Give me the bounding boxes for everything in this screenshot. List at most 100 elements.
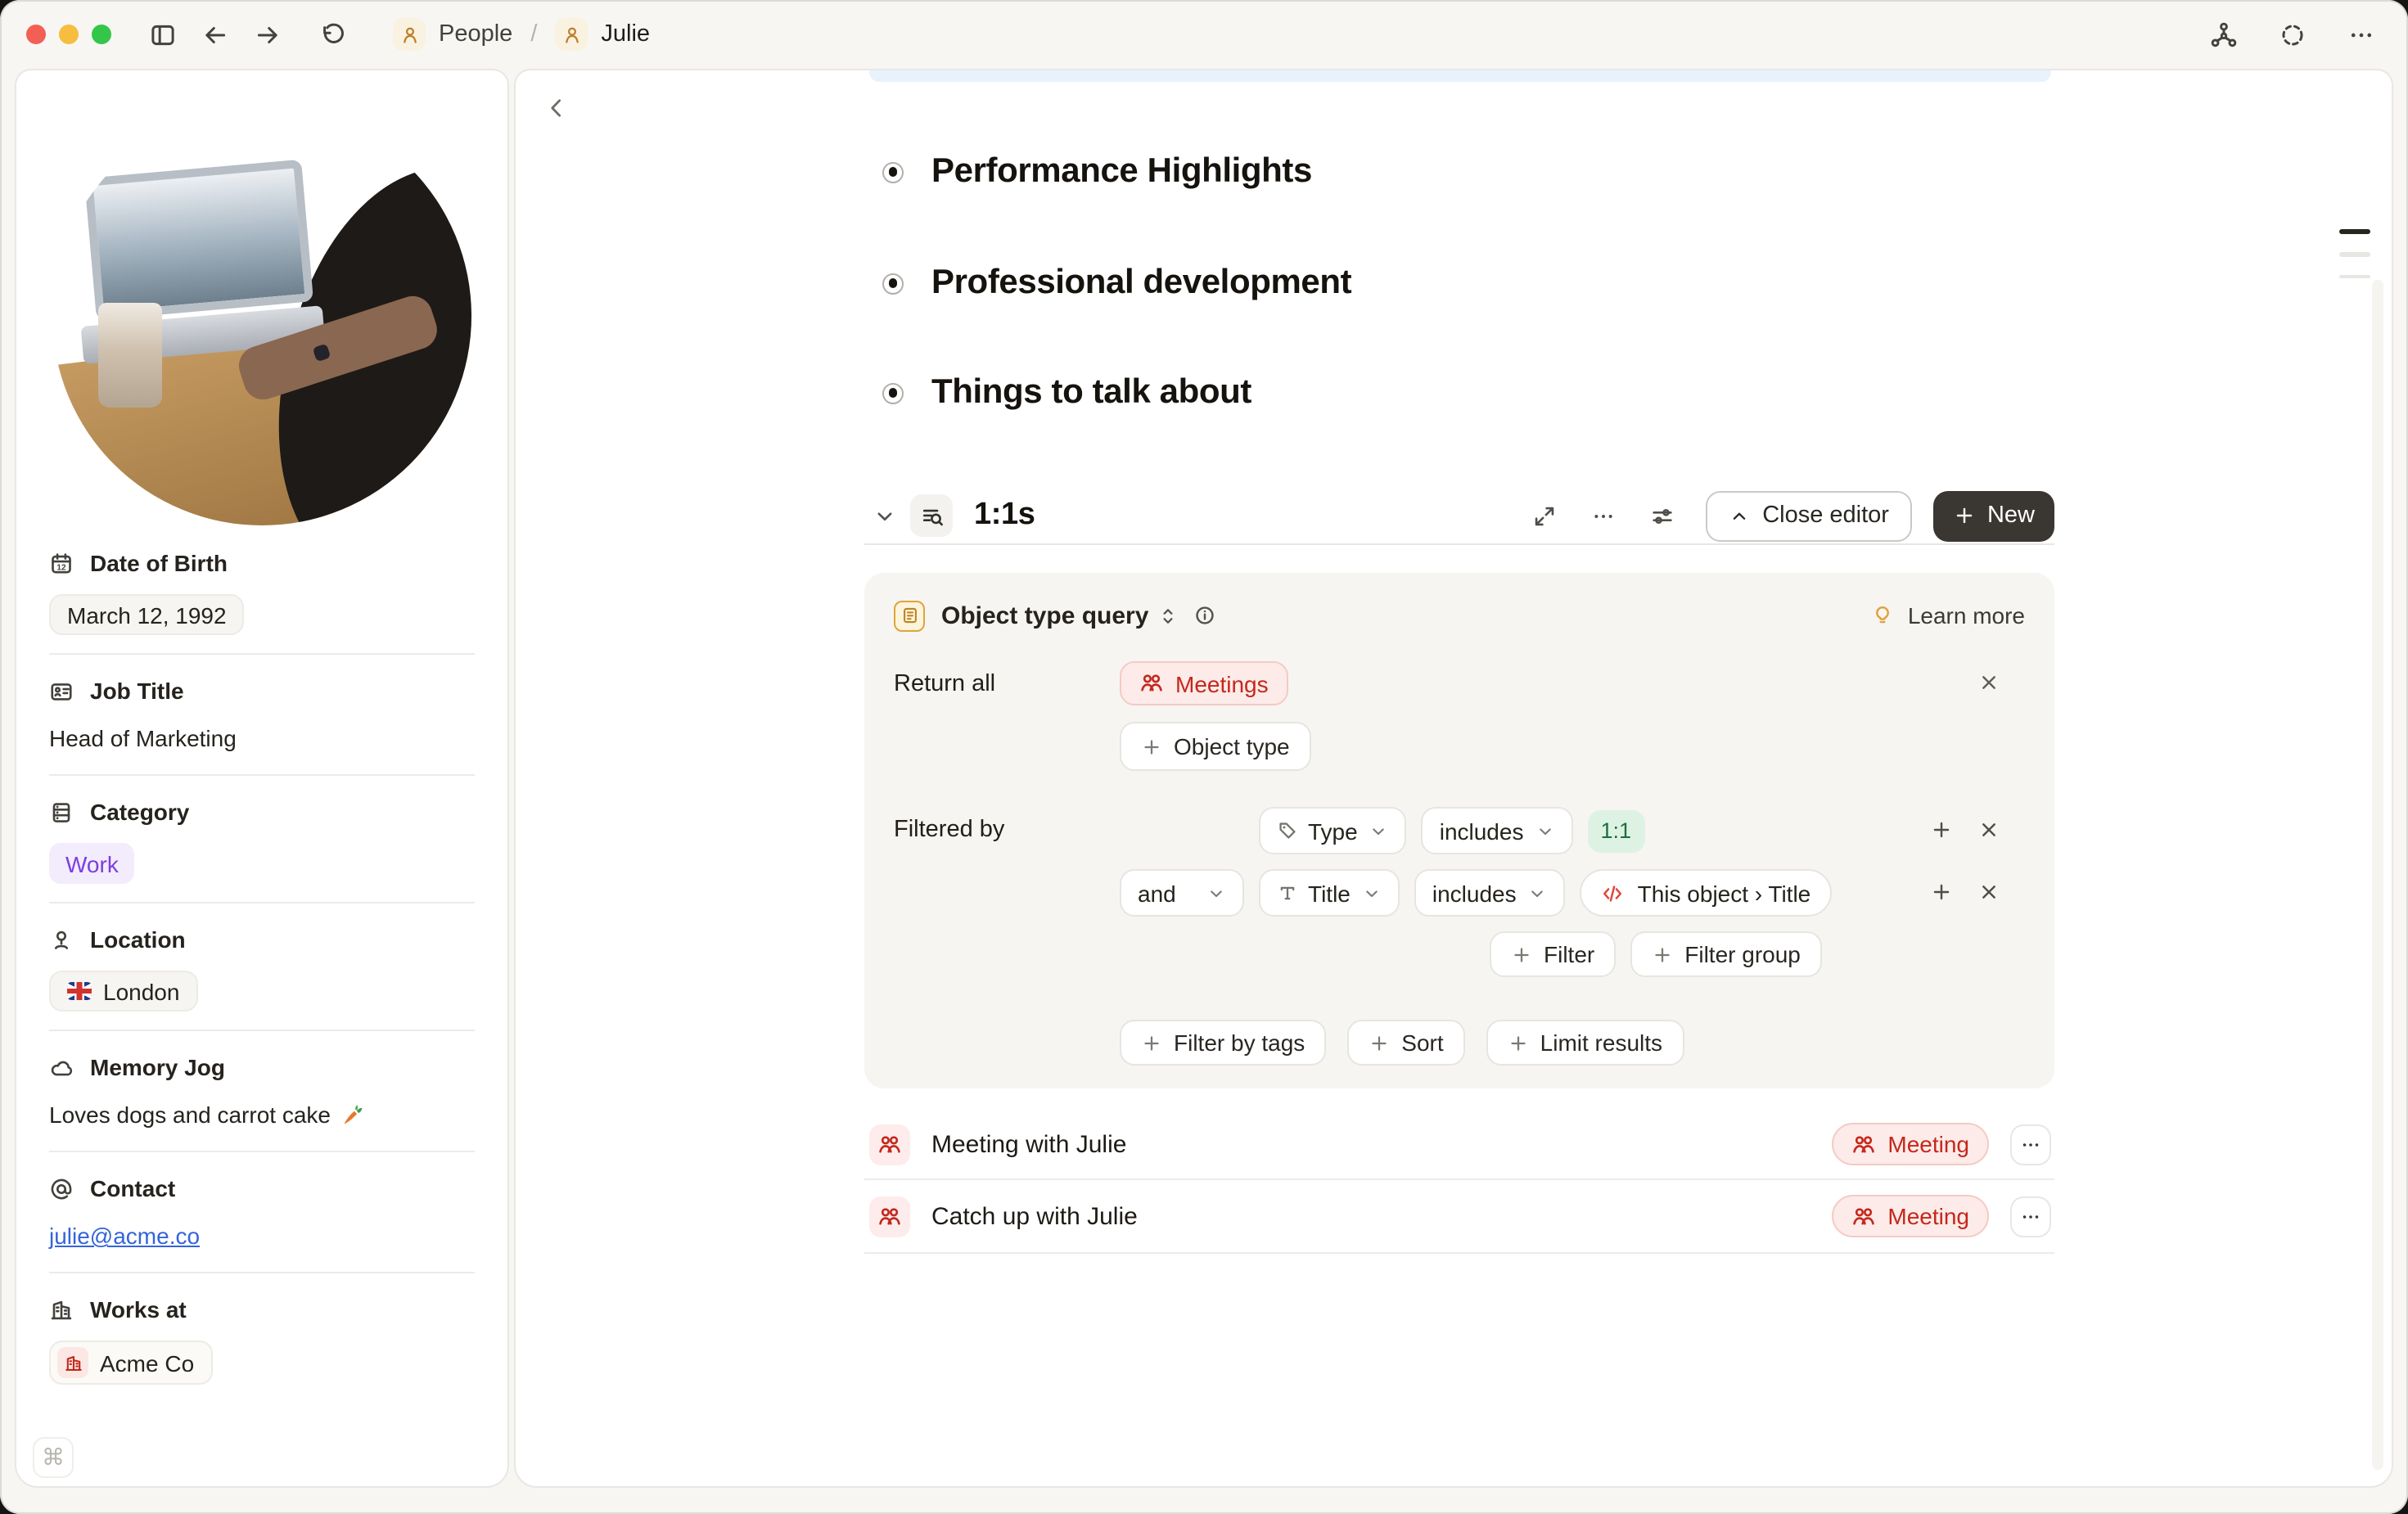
at-sign-icon <box>49 1176 74 1201</box>
filter-operator-dropdown[interactable]: includes <box>1422 807 1573 854</box>
job-title-value[interactable]: Head of Marketing <box>49 722 475 756</box>
field-label: Works at <box>90 1296 187 1322</box>
more-icon[interactable] <box>2339 13 2382 56</box>
add-condition-icon[interactable] <box>1930 818 1953 841</box>
add-filter-button[interactable]: Filter <box>1490 931 1616 977</box>
doc-heading[interactable]: Things to talk about <box>882 373 1251 412</box>
block-title[interactable]: 1:1s <box>974 498 1035 534</box>
code-icon <box>1602 881 1625 904</box>
toggle-heading-icon[interactable] <box>882 382 904 403</box>
result-row[interactable]: Catch up with Julie Meeting <box>864 1180 2054 1252</box>
company-building-icon <box>57 1347 88 1378</box>
location-value-pill[interactable]: London <box>49 971 197 1012</box>
document-outline-indicator[interactable] <box>2339 229 2370 278</box>
cloud-icon <box>49 1055 74 1079</box>
result-row[interactable]: Meeting with Julie Meeting <box>864 1108 2054 1180</box>
object-type-chip[interactable]: Meetings <box>1120 661 1288 705</box>
sliders-icon[interactable] <box>1648 494 1677 537</box>
dob-value-pill[interactable]: March 12, 1992 <box>49 594 245 635</box>
field-label: Memory Jog <box>90 1054 225 1080</box>
add-filter-group-button[interactable]: Filter group <box>1630 931 1822 977</box>
minimize-window-button[interactable] <box>59 25 79 44</box>
filter-value-reference-chip[interactable]: This object › Title <box>1581 869 1833 917</box>
command-key-button[interactable]: ⌘ <box>33 1437 74 1478</box>
add-condition-icon[interactable] <box>1930 881 1953 903</box>
scrollbar[interactable] <box>2372 280 2383 1470</box>
filter-value-chip[interactable]: 1:1 <box>1587 809 1644 852</box>
remove-condition-icon[interactable] <box>1977 818 2000 841</box>
field-location: Location London <box>49 902 475 1030</box>
conjunction-dropdown[interactable]: and <box>1120 869 1244 917</box>
profile-photo <box>52 106 471 525</box>
select-updown-icon[interactable] <box>1157 605 1178 626</box>
block-header: 1:1s Close editor <box>864 488 2054 543</box>
outline-line <box>2339 252 2370 256</box>
remove-icon[interactable] <box>1977 671 2000 694</box>
works-at-value-pill[interactable]: Acme Co <box>49 1341 212 1385</box>
meeting-icon <box>869 1196 910 1237</box>
filter-field-dropdown[interactable]: Type <box>1259 807 1407 854</box>
row-more-icon[interactable] <box>2010 1124 2051 1165</box>
doc-heading[interactable]: Professional development <box>882 264 1351 303</box>
block-header-actions: Close editor New <box>1500 490 2054 541</box>
text-type-icon <box>1277 882 1298 903</box>
collapse-panel-icon[interactable] <box>543 95 570 121</box>
calendar-icon: 12 <box>49 551 74 575</box>
row-more-icon[interactable] <box>2010 1196 2051 1237</box>
limit-results-button[interactable]: Limit results <box>1486 1020 1684 1066</box>
more-icon[interactable] <box>1589 494 1618 537</box>
list-search-icon[interactable] <box>910 494 953 537</box>
tag-icon <box>1277 820 1298 841</box>
return-all-label: Return all <box>894 661 1120 771</box>
add-object-type-button[interactable]: Object type <box>1120 722 1311 771</box>
toggle-heading-icon[interactable] <box>882 273 904 294</box>
id-badge-icon <box>49 678 74 703</box>
new-button[interactable]: New <box>1933 490 2054 541</box>
toolbar-nav <box>141 13 354 56</box>
person-icon <box>555 18 588 51</box>
learn-more-link[interactable]: Learn more <box>1872 602 2025 629</box>
divider <box>864 1252 2054 1254</box>
zoom-window-button[interactable] <box>92 25 111 44</box>
field-label: Location <box>90 926 186 953</box>
object-type-query-icon <box>894 600 925 631</box>
field-label: Job Title <box>90 678 184 704</box>
breadcrumb-current[interactable]: Julie <box>555 18 650 51</box>
field-job-title: Job Title Head of Marketing <box>49 653 475 774</box>
doc-heading[interactable]: Performance Highlights <box>882 152 1312 192</box>
result-title[interactable]: Meeting with Julie <box>931 1130 1126 1158</box>
info-icon[interactable] <box>1193 604 1215 627</box>
app-window: People / Julie <box>0 0 2408 1514</box>
field-label: Date of Birth <box>90 550 228 576</box>
meeting-tag[interactable]: Meeting <box>1832 1195 1989 1237</box>
category-value-pill[interactable]: Work <box>49 843 135 884</box>
field-contact: Contact julie@acme.co <box>49 1151 475 1272</box>
breadcrumb-people[interactable]: People <box>393 18 512 51</box>
email-link[interactable]: julie@acme.co <box>49 1219 200 1254</box>
expand-icon[interactable] <box>1530 494 1559 537</box>
toggle-heading-icon[interactable] <box>882 161 904 182</box>
forward-arrow-icon[interactable] <box>246 13 288 56</box>
chevron-down-icon[interactable] <box>868 503 900 528</box>
field-category: Category Work <box>49 774 475 902</box>
toolbar: People / Julie <box>0 0 2408 69</box>
filter-operator-dropdown[interactable]: includes <box>1414 869 1566 917</box>
remove-condition-icon[interactable] <box>1977 881 2000 903</box>
history-icon[interactable] <box>311 13 354 56</box>
carrot-emoji-icon <box>340 1102 365 1127</box>
workflow-icon[interactable] <box>2202 13 2244 56</box>
sidebar-toggle-icon[interactable] <box>141 13 183 56</box>
sort-button[interactable]: Sort <box>1347 1020 1464 1066</box>
filter-field-dropdown[interactable]: Title <box>1259 869 1400 917</box>
memory-jog-value[interactable]: Loves dogs and carrot cake <box>49 1098 475 1133</box>
back-arrow-icon[interactable] <box>193 13 236 56</box>
close-window-button[interactable] <box>26 25 46 44</box>
filtered-by-label: Filtered by <box>894 807 1120 977</box>
query-panel-header: Object type query Learn more <box>894 596 2025 635</box>
query-type-label[interactable]: Object type query <box>941 602 1148 629</box>
meeting-tag[interactable]: Meeting <box>1832 1123 1989 1165</box>
dashed-circle-icon[interactable] <box>2270 13 2313 56</box>
filter-by-tags-button[interactable]: Filter by tags <box>1120 1020 1326 1066</box>
result-title[interactable]: Catch up with Julie <box>931 1202 1138 1230</box>
close-editor-button[interactable]: Close editor <box>1705 490 1912 541</box>
